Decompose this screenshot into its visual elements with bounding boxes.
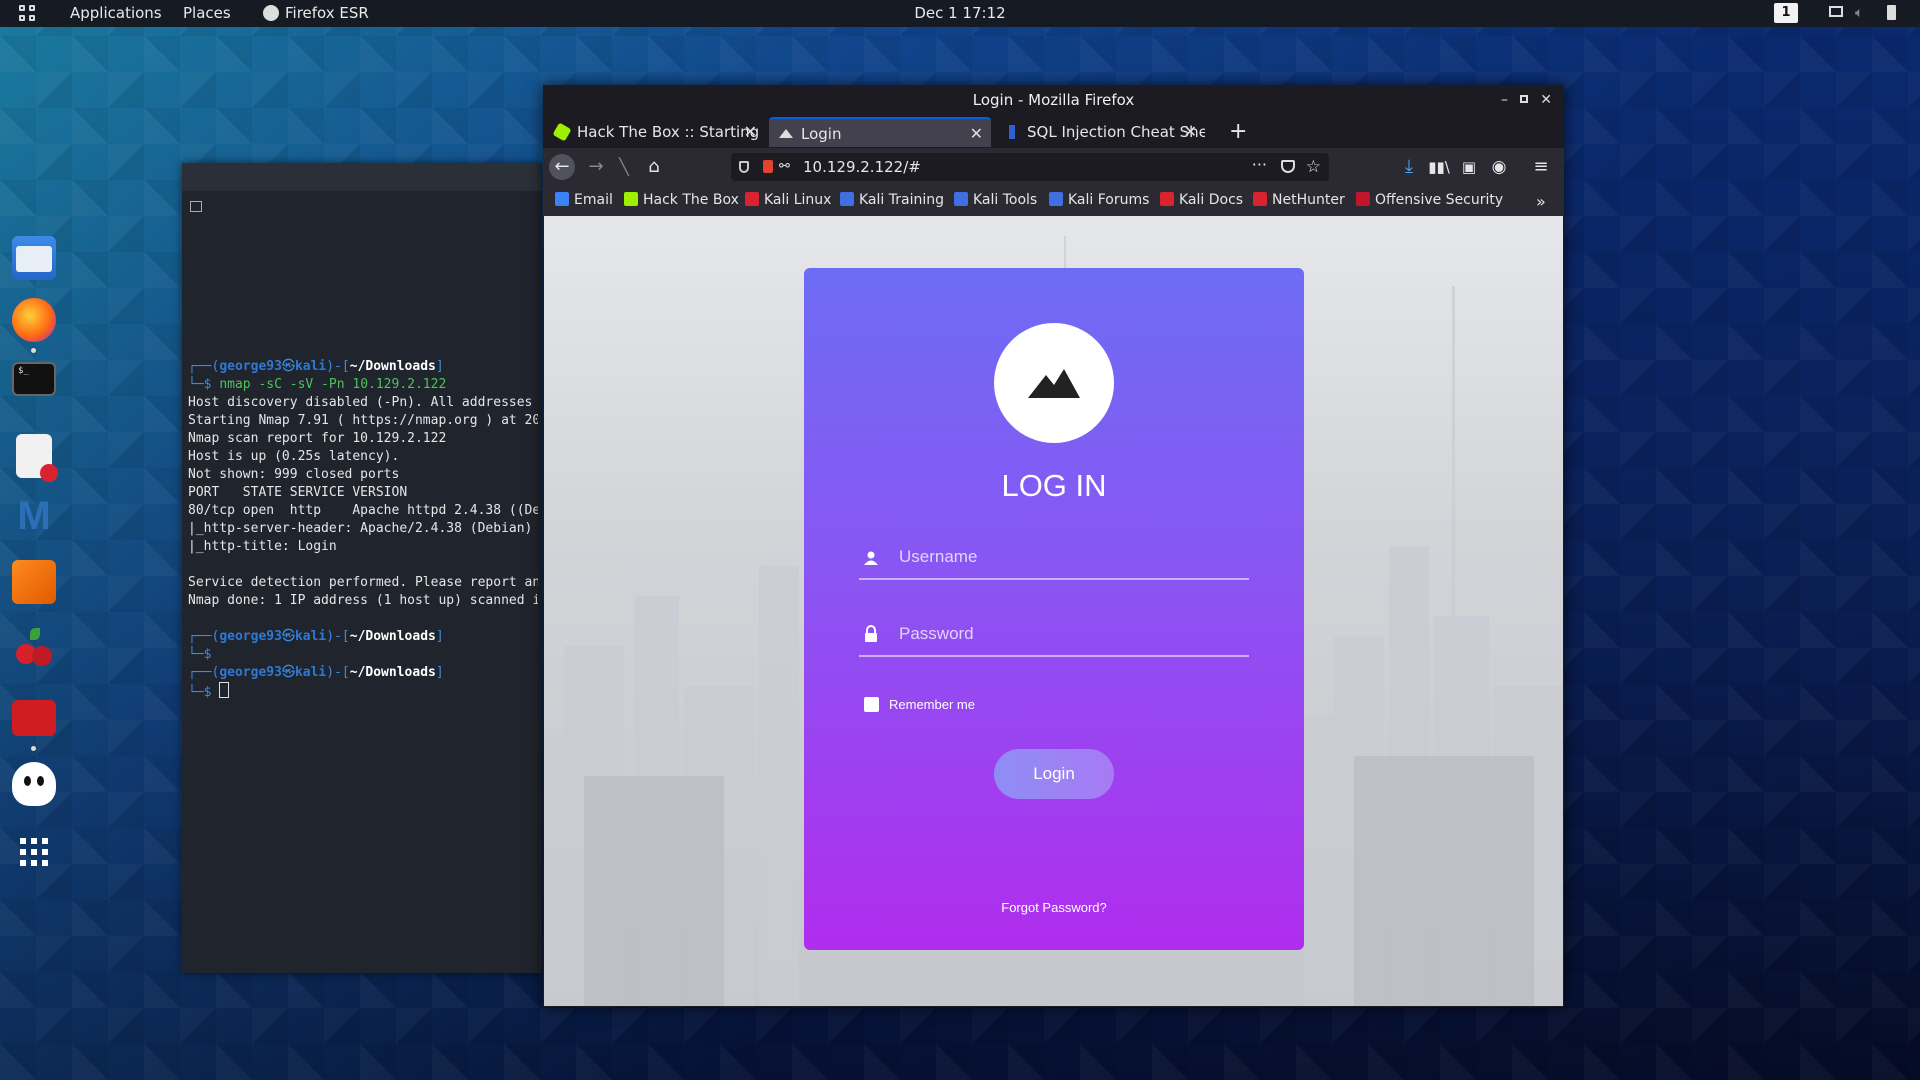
- app-grid-icon[interactable]: [12, 830, 56, 874]
- top-panel: Applications Places Firefox ESR Dec 1 17…: [0, 0, 1920, 27]
- permissions-icon[interactable]: ⚯: [779, 153, 790, 181]
- bookmarks-toolbar: Email Hack The Box Kali Linux Kali Train…: [543, 186, 1564, 216]
- shield-icon[interactable]: [739, 161, 749, 173]
- running-indicator: [31, 348, 36, 353]
- logo-badge: [994, 323, 1114, 443]
- page-actions-icon[interactable]: ···: [1252, 151, 1267, 179]
- metasploit-icon[interactable]: M: [12, 494, 56, 538]
- terminal-output[interactable]: ┌──(george93㉿kali)-[~/Downloads] └─$ nma…: [188, 358, 538, 702]
- page-viewport[interactable]: LOG IN Remember me Login Forgot Password…: [544, 216, 1563, 1006]
- text-editor-icon[interactable]: [16, 434, 58, 482]
- bookmark-kali-tools[interactable]: Kali Tools: [954, 192, 1037, 208]
- battery-icon[interactable]: [1887, 5, 1896, 20]
- terminal-cursor: [219, 682, 230, 698]
- bookmark-kali-training[interactable]: Kali Training: [840, 192, 944, 208]
- tab-label: Login: [801, 125, 842, 143]
- maltego-icon[interactable]: [12, 700, 56, 736]
- mountain-icon: [1028, 369, 1080, 398]
- bookmark-kali-docs[interactable]: Kali Docs: [1160, 192, 1243, 208]
- tab-strip: Hack The Box :: Starting P ✕ Login ✕ SQL…: [543, 115, 1564, 148]
- remember-me-checkbox[interactable]: [864, 697, 879, 712]
- password-input[interactable]: [897, 615, 1241, 653]
- tab-sql-injection[interactable]: SQL Injection Cheat Shee ✕: [995, 117, 1205, 147]
- kali-tools-icon: [954, 192, 968, 206]
- hackthebox-icon: [624, 192, 638, 206]
- navigation-toolbar: ← → ╲ ⌂ ⚯ 10.129.2.122/# ··· ☆ ⤓ ▮▮\ ▣ ◉…: [543, 148, 1564, 186]
- login-button[interactable]: Login: [994, 749, 1114, 799]
- tab-close-icon[interactable]: ✕: [970, 119, 983, 147]
- remember-me-label: Remember me: [889, 697, 975, 712]
- bookmark-hackthebox[interactable]: Hack The Box: [624, 192, 739, 208]
- terminal-window[interactable]: ┌──(george93㉿kali)-[~/Downloads] └─$ nma…: [182, 163, 542, 973]
- window-close-button[interactable]: ✕: [1540, 85, 1552, 115]
- email-icon: [555, 192, 569, 206]
- login-card: LOG IN Remember me Login Forgot Password…: [804, 268, 1304, 950]
- terminal-titlebar[interactable]: [182, 163, 542, 191]
- clock[interactable]: Dec 1 17:12: [0, 4, 1920, 22]
- firefox-window[interactable]: Login - Mozilla Firefox – ✕ Hack The Box…: [543, 85, 1564, 1007]
- lock-icon: [865, 625, 877, 642]
- files-icon[interactable]: [12, 236, 56, 280]
- username-field[interactable]: [859, 538, 1249, 580]
- kali-dragon-icon: [745, 192, 759, 206]
- login-title: LOG IN: [1001, 468, 1107, 503]
- nethunter-icon: [1253, 192, 1267, 206]
- terminal-menu-icon[interactable]: [190, 201, 202, 212]
- window-title: Login - Mozilla Firefox: [972, 91, 1135, 109]
- tab-hackthebox[interactable]: Hack The Box :: Starting P ✕: [545, 117, 765, 147]
- new-tab-button[interactable]: +: [1221, 117, 1251, 147]
- hamburger-menu-icon[interactable]: ≡: [1528, 154, 1554, 180]
- tab-close-icon[interactable]: ✕: [744, 117, 757, 147]
- bookmarks-overflow-icon[interactable]: »: [1536, 192, 1546, 211]
- bookmark-offensive-security[interactable]: Offensive Security: [1356, 192, 1503, 208]
- hackthebox-icon: [552, 122, 572, 142]
- cherrytree-icon[interactable]: [12, 626, 56, 670]
- username-input[interactable]: [897, 538, 1241, 576]
- back-button[interactable]: ←: [549, 154, 575, 180]
- offsec-icon: [1356, 192, 1370, 206]
- library-icon[interactable]: ▮▮\: [1426, 154, 1452, 180]
- bookmark-email[interactable]: Email: [555, 192, 613, 208]
- bookmark-kali-linux[interactable]: Kali Linux: [745, 192, 831, 208]
- bookmark-nethunter[interactable]: NetHunter: [1253, 192, 1345, 208]
- downloads-icon[interactable]: ⤓: [1396, 154, 1422, 180]
- url-bar[interactable]: ⚯ 10.129.2.122/# ··· ☆: [731, 153, 1329, 181]
- bookmark-favicon-icon: [1009, 125, 1015, 139]
- volume-icon[interactable]: 🔈︎: [1855, 5, 1863, 21]
- home-button[interactable]: ⌂: [641, 154, 667, 180]
- url-text[interactable]: 10.129.2.122/#: [803, 153, 921, 181]
- forgot-password-link[interactable]: Forgot Password?: [804, 900, 1304, 915]
- insecure-lock-icon[interactable]: [763, 160, 773, 173]
- maximize-button[interactable]: [1520, 95, 1528, 103]
- forward-button[interactable]: →: [583, 154, 609, 180]
- minimize-button[interactable]: –: [1501, 85, 1508, 115]
- firefox-icon[interactable]: [12, 298, 56, 342]
- ghost-icon[interactable]: [12, 762, 56, 806]
- tab-label: Hack The Box :: Starting P: [577, 123, 765, 141]
- bookmark-kali-forums[interactable]: Kali Forums: [1049, 192, 1149, 208]
- remember-me[interactable]: Remember me: [864, 697, 975, 712]
- kali-docs-icon: [1160, 192, 1174, 206]
- tab-label: SQL Injection Cheat Shee: [1027, 123, 1205, 141]
- pocket-icon[interactable]: [1281, 160, 1295, 173]
- user-icon: [864, 551, 878, 565]
- workspace-indicator[interactable]: 1: [1774, 3, 1798, 23]
- stop-button[interactable]: ╲: [611, 154, 637, 180]
- account-icon[interactable]: ◉: [1486, 154, 1512, 180]
- password-field[interactable]: [859, 615, 1249, 657]
- kali-forums-icon: [1049, 192, 1063, 206]
- running-indicator: [31, 746, 36, 751]
- display-icon[interactable]: [1829, 6, 1843, 17]
- burpsuite-icon[interactable]: [12, 560, 56, 604]
- tab-close-icon[interactable]: ✕: [1184, 117, 1197, 147]
- bookmark-star-icon[interactable]: ☆: [1306, 153, 1321, 181]
- tab-login[interactable]: Login ✕: [769, 117, 991, 147]
- terminal-icon[interactable]: $_: [12, 362, 56, 396]
- window-titlebar[interactable]: Login - Mozilla Firefox – ✕: [543, 85, 1564, 115]
- sidebar-icon[interactable]: ▣: [1456, 154, 1482, 180]
- kali-training-icon: [840, 192, 854, 206]
- home-favicon-icon: [779, 129, 793, 138]
